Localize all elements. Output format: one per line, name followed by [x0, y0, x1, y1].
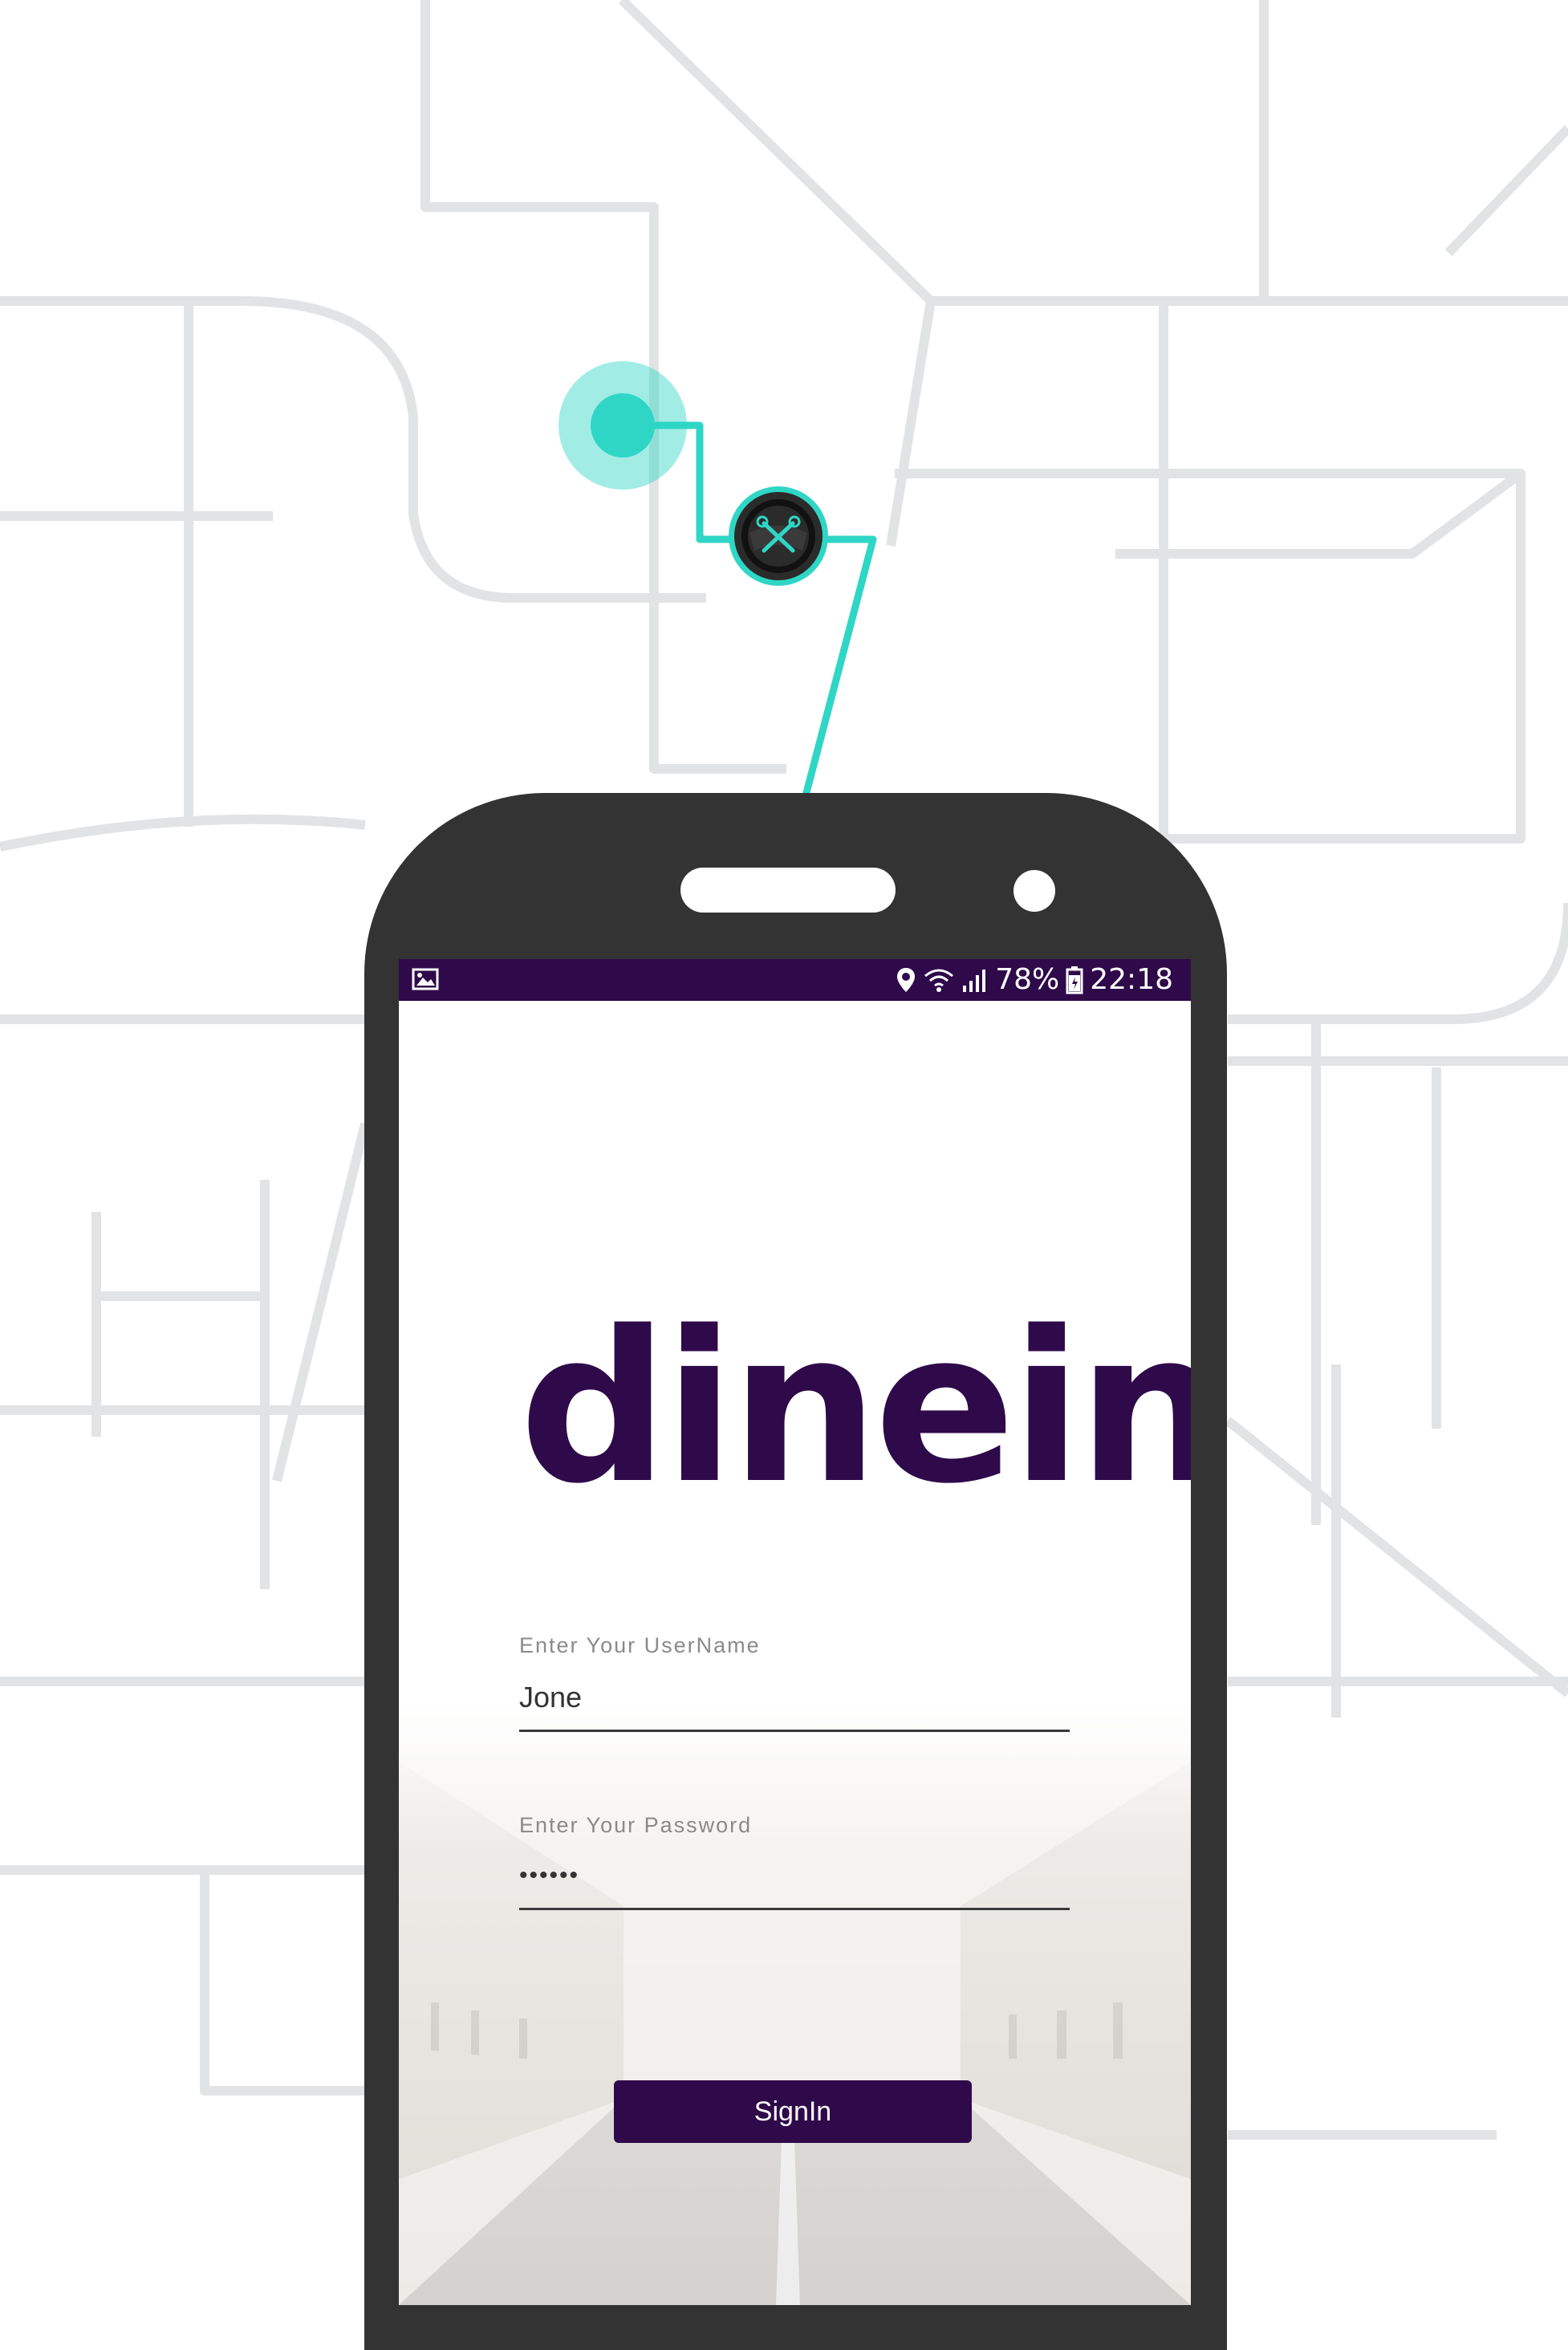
status-bar: 78% 22:18 — [399, 959, 1191, 1001]
wifi-icon — [924, 969, 954, 992]
status-icons: 78% 22:18 — [896, 959, 1173, 1001]
battery-percent: 78% — [995, 963, 1060, 996]
phone-screen: 78% 22:18 dinein Enter Your UserName Ent… — [399, 959, 1191, 2305]
phone-camera — [1014, 870, 1055, 912]
clock: 22:18 — [1090, 963, 1173, 996]
phone-frame: 78% 22:18 dinein Enter Your UserName Ent… — [364, 793, 1227, 2350]
signin-button[interactable]: SignIn — [614, 2080, 972, 2143]
signal-icon — [963, 970, 986, 992]
username-input[interactable] — [519, 1673, 1070, 1732]
password-input[interactable] — [519, 1852, 1070, 1910]
username-label: Enter Your UserName — [519, 1633, 761, 1657]
street-background-image — [399, 1697, 1191, 2305]
gallery-icon — [412, 968, 439, 990]
phone-speaker — [680, 868, 896, 913]
battery-icon — [1066, 966, 1083, 994]
location-icon — [897, 968, 916, 992]
app-logo: dinein — [519, 1287, 1191, 1530]
password-label: Enter Your Password — [519, 1813, 753, 1837]
steering-wheel-icon — [729, 486, 828, 586]
